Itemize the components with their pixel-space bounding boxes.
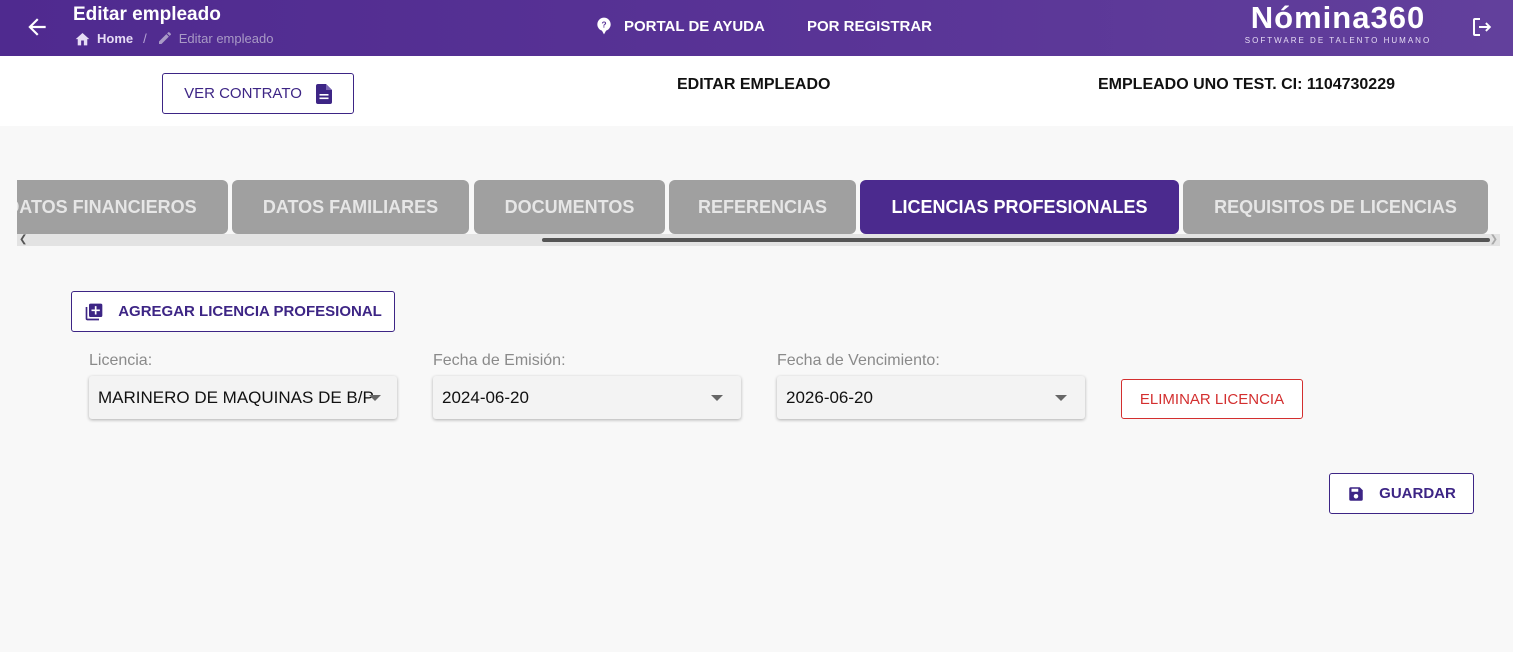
vencimiento-value: 2026-06-20 <box>786 387 873 407</box>
emision-value: 2024-06-20 <box>442 387 529 407</box>
pencil-icon <box>157 30 173 46</box>
scroll-left-arrow-icon[interactable]: ❮ <box>19 234 27 246</box>
logout-icon[interactable] <box>1470 15 1494 39</box>
ver-contrato-button[interactable]: VER CONTRATO <box>162 73 354 114</box>
emision-date-picker[interactable]: 2024-06-20 <box>433 376 741 419</box>
emision-label: Fecha de Emisión: <box>433 352 566 369</box>
tab-datos-familiares[interactable]: DATOS FAMILIARES <box>232 180 469 234</box>
home-icon <box>74 31 91 46</box>
tab-referencias[interactable]: REFERENCIAS <box>669 180 856 234</box>
add-license-label: AGREGAR LICENCIA PROFESIONAL <box>118 303 382 320</box>
scrollbar-thumb[interactable] <box>542 238 1490 242</box>
add-library-icon <box>84 302 104 322</box>
save-label: GUARDAR <box>1379 485 1456 502</box>
breadcrumb: Home / Editar empleado <box>74 30 273 46</box>
save-icon <box>1347 485 1365 503</box>
ver-contrato-label: VER CONTRATO <box>184 85 302 102</box>
licencia-label: Licencia: <box>89 352 153 369</box>
breadcrumb-current: Editar empleado <box>157 30 274 46</box>
tab-documentos[interactable]: DOCUMENTOS <box>474 180 665 234</box>
breadcrumb-separator: / <box>143 30 147 46</box>
page-title: Editar empleado <box>73 4 221 25</box>
licencia-select[interactable]: MARINERO DE MAQUINAS DE B/P <box>89 376 397 419</box>
svg-text:?: ? <box>601 20 606 30</box>
help-icon: ? <box>594 16 614 36</box>
breadcrumb-home[interactable]: Home <box>74 31 133 46</box>
logo-subtitle: SOFTWARE DE TALENTO HUMANO <box>1244 36 1432 45</box>
por-registrar-link[interactable]: POR REGISTRAR <box>807 18 932 35</box>
tabs-scrollbar[interactable]: ❮ ❯ <box>17 234 1500 246</box>
save-button[interactable]: GUARDAR <box>1329 473 1474 514</box>
chevron-down-icon <box>369 395 381 401</box>
help-portal-link[interactable]: ? PORTAL DE AYUDA <box>594 16 765 36</box>
tabs-bar: DATOS FINANCIEROS DATOS FAMILIARES DOCUM… <box>17 180 1500 234</box>
scroll-right-arrow-icon[interactable]: ❯ <box>1490 234 1498 246</box>
chevron-down-icon <box>711 395 723 401</box>
tab-requisitos-de-licencias[interactable]: REQUISITOS DE LICENCIAS <box>1183 180 1488 234</box>
employee-info: EMPLEADO UNO TEST. CI: 1104730229 <box>1098 76 1395 93</box>
chevron-down-icon <box>1055 395 1067 401</box>
top-app-bar: Editar empleado Home / Editar empleado ?… <box>0 0 1513 56</box>
document-icon <box>315 83 332 104</box>
add-license-button[interactable]: AGREGAR LICENCIA PROFESIONAL <box>71 291 395 332</box>
licencia-value: MARINERO DE MAQUINAS DE B/P <box>98 387 373 407</box>
tab-licencias-profesionales[interactable]: LICENCIAS PROFESIONALES <box>860 180 1179 234</box>
delete-license-button[interactable]: ELIMINAR LICENCIA <box>1121 379 1303 419</box>
page-heading: EDITAR EMPLEADO <box>677 76 831 93</box>
logo-main-text: Nómina360 <box>1250 0 1426 35</box>
tab-datos-financieros[interactable]: DATOS FINANCIEROS <box>17 180 228 234</box>
vencimiento-label: Fecha de Vencimiento: <box>777 352 940 369</box>
breadcrumb-home-label: Home <box>97 30 134 46</box>
help-portal-label: PORTAL DE AYUDA <box>624 17 765 35</box>
back-arrow-icon[interactable] <box>24 14 50 40</box>
breadcrumb-current-label: Editar empleado <box>178 30 274 46</box>
nomina360-logo: Nómina360 SOFTWARE DE TALENTO HUMANO <box>1236 0 1440 46</box>
vencimiento-date-picker[interactable]: 2026-06-20 <box>777 376 1085 419</box>
